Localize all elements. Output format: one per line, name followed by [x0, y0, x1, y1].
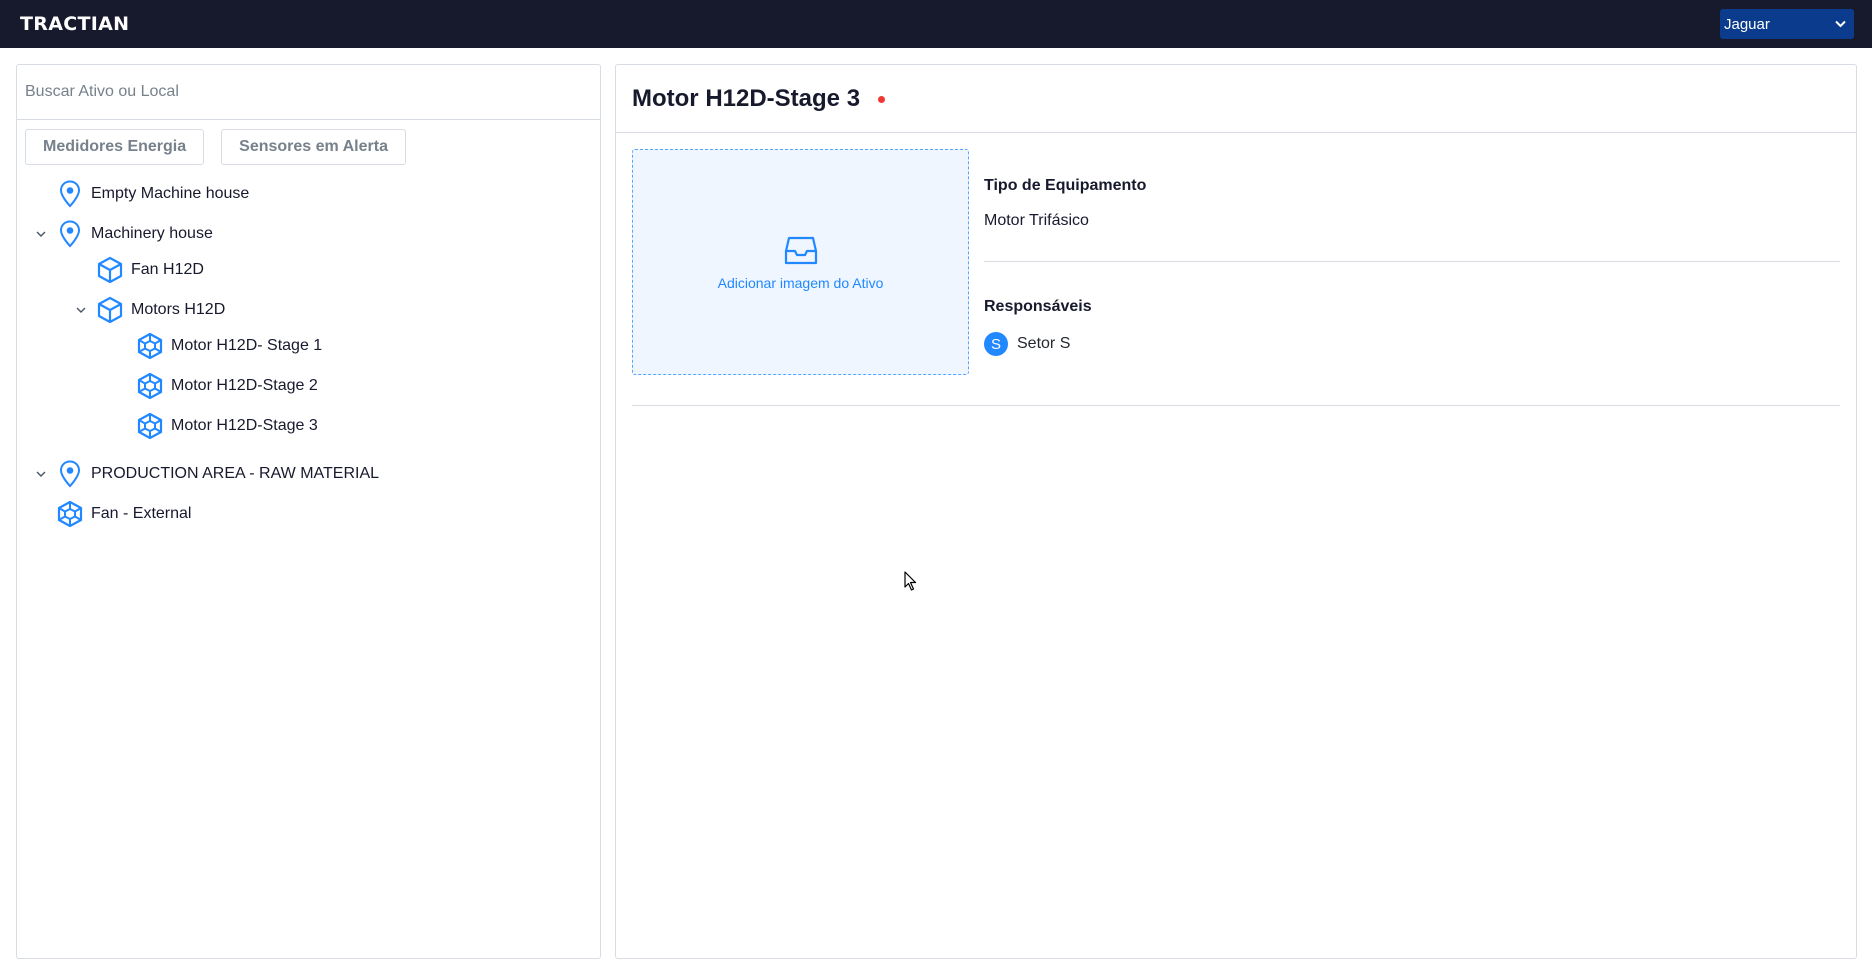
search-input[interactable]: [25, 83, 592, 101]
add-image-dropzone[interactable]: Adicionar imagem do Ativo: [632, 149, 969, 375]
tree-item[interactable]: ⌄ Motor H12D- Stage 1: [111, 328, 322, 364]
equipment-type-heading: Tipo de Equipamento: [984, 177, 1147, 194]
divider: [632, 405, 1840, 406]
asset-cube-icon: [95, 295, 125, 325]
tree-item[interactable]: Machinery house: [31, 216, 213, 252]
location-pin-icon: [55, 459, 85, 489]
tractian-logo[interactable]: TRACTIAN: [20, 13, 129, 35]
location-pin-icon: [55, 219, 85, 249]
expand-caret-icon[interactable]: [31, 227, 51, 241]
component-icon: [135, 331, 165, 361]
tree-item[interactable]: ⌄ Motor H12D-Stage 3: [111, 408, 318, 444]
add-image-label: Adicionar imagem do Ativo: [717, 274, 884, 291]
tree-item-label: Fan H12D: [131, 261, 204, 278]
responsible-name: Setor S: [1017, 335, 1071, 352]
company-select-value: Jaguar: [1724, 15, 1770, 33]
tree-item-label: Motor H12D-Stage 2: [171, 377, 318, 394]
alert-sensors-filter-button[interactable]: Sensores em Alerta: [221, 129, 406, 165]
responsibles-section: Responsáveis S Setor S: [984, 262, 1840, 356]
detail-body: Adicionar imagem do Ativo Tipo de Equipa…: [616, 133, 1856, 406]
asset-info: Tipo de Equipamento Motor Trifásico Resp…: [984, 149, 1840, 356]
search-box: [17, 65, 600, 120]
status-indicator: [878, 96, 886, 103]
tree-item-label: Fan - External: [91, 505, 192, 522]
avatar: S: [984, 332, 1008, 356]
expand-caret-icon[interactable]: [71, 303, 91, 317]
tree-item[interactable]: ⌄ Motor H12D-Stage 2: [111, 368, 318, 404]
tree-item-label: Motor H12D-Stage 3: [171, 417, 318, 434]
company-select[interactable]: Jaguar: [1720, 9, 1854, 39]
asset-detail-panel: Motor H12D-Stage 3 Adicionar imagem do A…: [615, 64, 1857, 959]
tree-item-label: Machinery house: [91, 225, 213, 242]
location-pin-icon: [55, 179, 85, 209]
component-icon: [135, 411, 165, 441]
tree-item[interactable]: PRODUCTION AREA - RAW MATERIAL: [31, 456, 379, 492]
tree-item-label: PRODUCTION AREA - RAW MATERIAL: [91, 465, 380, 482]
expand-caret-icon[interactable]: [31, 467, 51, 481]
asset-cube-icon: [95, 255, 125, 285]
tree-item[interactable]: Motors H12D: [71, 292, 225, 328]
energy-meters-filter-button[interactable]: Medidores Energia: [25, 129, 205, 165]
component-icon: [55, 499, 85, 529]
component-icon: [135, 371, 165, 401]
chevron-down-icon: [1835, 17, 1846, 31]
tree-item-label: Empty Machine house: [91, 185, 250, 202]
asset-title: Motor H12D-Stage 3: [632, 84, 861, 112]
responsibles-heading: Responsáveis: [984, 298, 1092, 315]
tree-item[interactable]: ⌄ Fan - External: [31, 496, 191, 532]
filter-buttons: Medidores Energia Sensores em Alerta: [17, 120, 600, 165]
tree-item-label: Motor H12D- Stage 1: [171, 337, 323, 354]
inbox-icon: [784, 234, 818, 269]
equipment-type-section: Tipo de Equipamento Motor Trifásico: [984, 149, 1840, 262]
top-bar: TRACTIAN Jaguar: [0, 0, 1872, 48]
equipment-type-value: Motor Trifásico: [984, 212, 1089, 229]
tree-item-label: Motors H12D: [131, 301, 226, 318]
mouse-cursor-icon: [904, 571, 918, 597]
responsible-item: S Setor S: [984, 332, 1840, 356]
tree-item[interactable]: ⌄ Empty Machine house: [31, 176, 249, 212]
asset-tree-panel: Medidores Energia Sensores em Alerta ⌄ E…: [16, 64, 601, 959]
detail-header: Motor H12D-Stage 3: [616, 65, 1856, 133]
tree-item[interactable]: ⌄ Fan H12D: [71, 252, 204, 288]
